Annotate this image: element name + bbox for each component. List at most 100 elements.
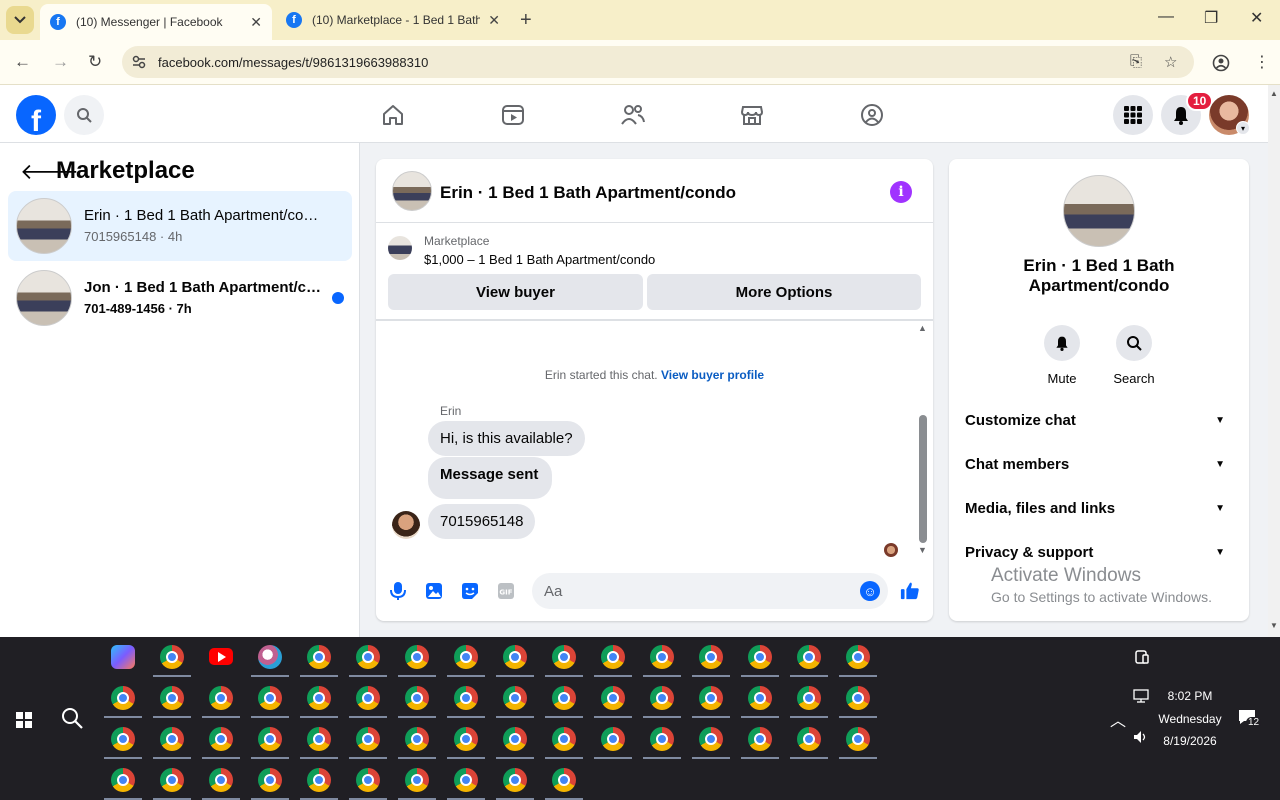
chrome-window-icon[interactable]	[503, 768, 527, 792]
chrome-window-icon[interactable]	[209, 727, 233, 751]
gaming-nav[interactable]	[856, 99, 888, 131]
message-bubble[interactable]: 7015965148	[428, 504, 536, 539]
like-button[interactable]	[900, 581, 920, 601]
close-window-icon[interactable]: ✕	[1250, 8, 1263, 28]
search-icon[interactable]	[60, 706, 84, 730]
gif-button[interactable]: GIF	[496, 581, 516, 601]
chrome-window-icon[interactable]	[503, 686, 527, 710]
chrome-window-icon[interactable]	[601, 727, 625, 751]
message-input[interactable]	[532, 573, 888, 609]
chrome-window-icon[interactable]	[307, 768, 331, 792]
chat-title[interactable]: Erin · 1 Bed 1 Bath Apartment/condo	[440, 183, 736, 203]
clock-day[interactable]: Wednesday	[1150, 712, 1230, 726]
chrome-window-icon[interactable]	[846, 686, 870, 710]
new-tab-icon[interactable]: +	[520, 9, 532, 32]
view-buyer-profile-link[interactable]: View buyer profile	[661, 368, 764, 382]
chrome-window-icon[interactable]	[454, 727, 478, 751]
sticker-button[interactable]	[460, 581, 480, 601]
chrome-window-icon[interactable]	[797, 686, 821, 710]
clock-time[interactable]: 8:02 PM	[1160, 689, 1220, 703]
message-bubble[interactable]: Hi, is this available?	[428, 421, 585, 456]
chrome-window-icon[interactable]	[356, 727, 380, 751]
mute-circle[interactable]	[1044, 325, 1080, 361]
reload-icon[interactable]: ↻	[88, 52, 102, 72]
chrome-window-icon[interactable]	[258, 686, 282, 710]
scroll-up-icon[interactable]: ▲	[1270, 89, 1278, 98]
volume-icon[interactable]	[1133, 730, 1149, 744]
page-scrollbar[interactable]: ▲ ▼	[1268, 85, 1280, 637]
chrome-window-icon[interactable]	[405, 686, 429, 710]
video-nav[interactable]	[497, 99, 529, 131]
chrome-window-icon[interactable]	[258, 727, 282, 751]
chrome-window-icon[interactable]	[797, 645, 821, 669]
scroll-up-icon[interactable]: ▲	[918, 323, 927, 333]
chrome-window-icon[interactable]	[601, 645, 625, 669]
chrome-window-icon[interactable]	[454, 645, 478, 669]
message-bubble[interactable]: Message sent	[428, 457, 553, 499]
chrome-window-icon[interactable]	[454, 768, 478, 792]
chevron-down-icon[interactable]: ▾	[1236, 121, 1250, 135]
chat-scrollbar[interactable]: ▲ ▼	[917, 323, 929, 555]
app-icon[interactable]	[258, 645, 282, 669]
search-circle[interactable]	[1116, 325, 1152, 361]
chrome-window-icon[interactable]	[699, 686, 723, 710]
close-tab-icon[interactable]: ✕	[488, 12, 500, 29]
chrome-window-icon[interactable]	[650, 727, 674, 751]
home-nav[interactable]	[377, 99, 409, 131]
chrome-window-icon[interactable]	[748, 645, 772, 669]
forward-arrow-icon[interactable]: →	[52, 52, 69, 72]
marketplace-nav[interactable]	[736, 99, 768, 131]
chrome-window-icon[interactable]	[748, 686, 772, 710]
chrome-window-icon[interactable]	[650, 686, 674, 710]
chrome-window-icon[interactable]	[846, 727, 870, 751]
chrome-window-icon[interactable]	[699, 645, 723, 669]
emoji-icon[interactable]: ☺	[860, 581, 880, 601]
sender-avatar[interactable]	[392, 511, 420, 539]
close-tab-icon[interactable]: ✕	[250, 14, 262, 31]
view-buyer-button[interactable]: View buyer	[388, 274, 643, 310]
youtube-icon[interactable]	[209, 648, 233, 665]
mute-button[interactable]: Mute	[1032, 325, 1092, 386]
tab-marketplace[interactable]: f (10) Marketplace - 1 Bed 1 Bath ✕	[276, 4, 510, 36]
chrome-window-icon[interactable]	[601, 686, 625, 710]
more-options-button[interactable]: More Options	[647, 274, 921, 310]
tab-messenger[interactable]: f (10) Messenger | Facebook ✕	[40, 4, 272, 40]
chrome-window-icon[interactable]	[503, 645, 527, 669]
listing-price[interactable]: $1,000 – 1 Bed 1 Bath Apartment/condo	[424, 252, 655, 267]
chat-members-row[interactable]: Chat members ▼	[965, 456, 1233, 480]
chrome-window-icon[interactable]	[454, 686, 478, 710]
facebook-logo-icon[interactable]: f	[16, 95, 56, 135]
listing-thumbnail[interactable]	[1063, 175, 1135, 247]
bookmark-star-icon[interactable]: ☆	[1164, 53, 1177, 71]
customize-chat-row[interactable]: Customize chat ▼	[965, 412, 1233, 436]
restore-icon[interactable]: ❐	[1204, 8, 1218, 28]
facebook-search-button[interactable]	[64, 95, 104, 135]
friends-nav[interactable]	[617, 99, 649, 131]
chrome-window-icon[interactable]	[111, 686, 135, 710]
chrome-window-icon[interactable]	[552, 686, 576, 710]
back-arrow-icon[interactable]: ←	[14, 52, 31, 72]
phone-link-icon[interactable]	[1134, 649, 1150, 665]
chrome-window-icon[interactable]	[748, 727, 772, 751]
tab-search-button[interactable]	[6, 6, 34, 34]
chrome-window-icon[interactable]	[699, 727, 723, 751]
network-icon[interactable]	[1133, 689, 1149, 703]
voice-clip-button[interactable]	[388, 581, 408, 601]
chrome-window-icon[interactable]	[650, 645, 674, 669]
clock-date[interactable]: 8/19/2026	[1150, 734, 1230, 748]
chrome-window-icon[interactable]	[111, 768, 135, 792]
chrome-window-icon[interactable]	[552, 727, 576, 751]
minimize-icon[interactable]: —	[1158, 8, 1174, 26]
chrome-window-icon[interactable]	[209, 768, 233, 792]
chrome-window-icon[interactable]	[258, 768, 282, 792]
conversation-item-jon[interactable]: Jon · 1 Bed 1 Bath Apartment/condo 701-4…	[8, 263, 352, 333]
chrome-window-icon[interactable]	[552, 645, 576, 669]
chrome-window-icon[interactable]	[405, 645, 429, 669]
chrome-window-icon[interactable]	[160, 727, 184, 751]
listing-thumbnail[interactable]	[392, 171, 432, 211]
chrome-window-icon[interactable]	[307, 686, 331, 710]
scroll-down-icon[interactable]: ▼	[918, 545, 927, 555]
attach-photo-button[interactable]	[424, 581, 444, 601]
chrome-window-icon[interactable]	[307, 645, 331, 669]
chrome-window-icon[interactable]	[356, 686, 380, 710]
